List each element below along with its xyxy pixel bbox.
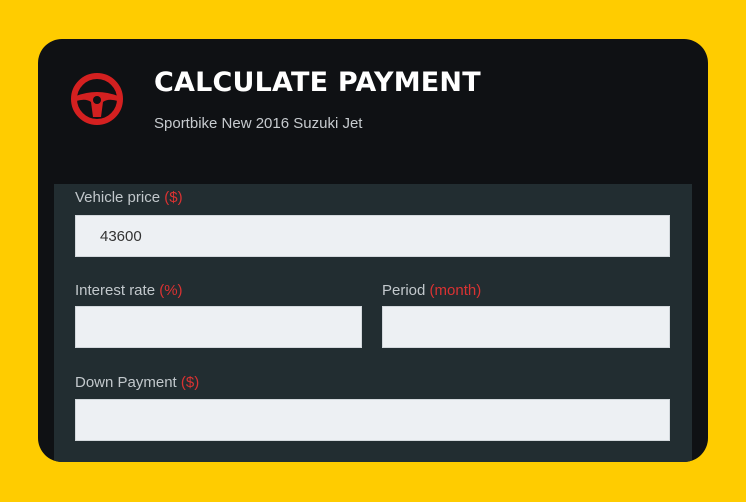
vehicle-subtitle: Sportbike New 2016 Suzuki Jet <box>154 115 363 132</box>
interest-rate-input[interactable] <box>75 306 362 348</box>
calculator-header: CALCULATE PAYMENT Sportbike New 2016 Suz… <box>38 39 708 184</box>
calculator-card: CALCULATE PAYMENT Sportbike New 2016 Suz… <box>38 39 708 462</box>
interest-rate-unit: (%) <box>159 282 183 299</box>
vehicle-price-input[interactable] <box>75 215 670 257</box>
vehicle-price-label: Vehicle price ($) <box>75 189 183 206</box>
period-unit: (month) <box>429 282 482 299</box>
period-label: Period (month) <box>382 282 481 299</box>
steering-wheel-icon <box>71 73 123 125</box>
interest-rate-label-text: Interest rate <box>75 282 156 299</box>
page-title: CALCULATE PAYMENT <box>154 67 481 98</box>
down-payment-unit: ($) <box>180 374 200 391</box>
vehicle-price-label-text: Vehicle price <box>75 189 161 206</box>
down-payment-label-text: Down Payment <box>75 374 177 391</box>
interest-rate-label: Interest rate (%) <box>75 282 183 299</box>
period-label-text: Period <box>382 282 426 299</box>
down-payment-input[interactable] <box>75 399 670 441</box>
period-input[interactable] <box>382 306 670 348</box>
vehicle-price-unit: ($) <box>164 189 183 206</box>
form-panel: Vehicle price ($) Interest rate (%) Peri… <box>54 184 692 462</box>
down-payment-label: Down Payment ($) <box>75 374 199 391</box>
